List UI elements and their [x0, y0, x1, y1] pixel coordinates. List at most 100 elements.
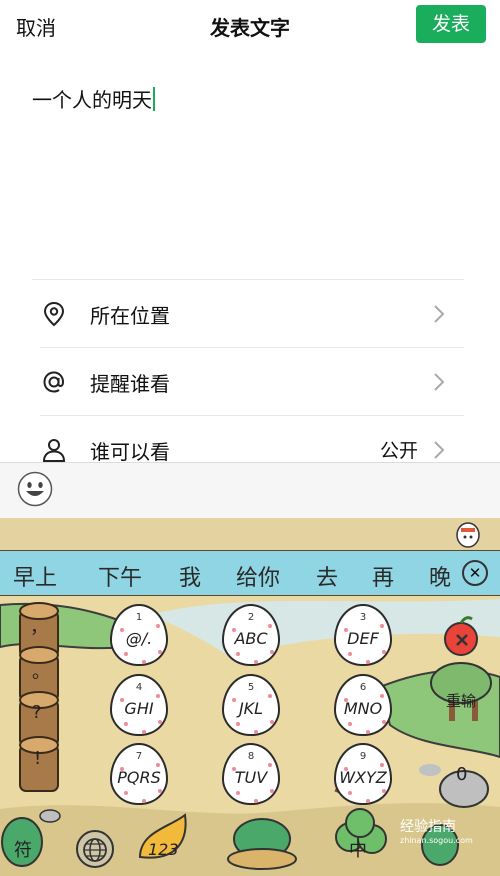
close-candidates-icon[interactable]: ✕ [462, 560, 488, 586]
egg-speckle [236, 791, 240, 795]
egg-speckle [348, 791, 352, 795]
compose-textarea[interactable]: 一个人的明天 [32, 84, 155, 113]
emoji-toolbar [0, 462, 500, 518]
egg-speckle [254, 730, 258, 734]
key-3[interactable]: 3 DEF [334, 604, 392, 666]
key-letters: PQRS [117, 768, 161, 787]
reenter-key[interactable]: 重输 [446, 690, 476, 711]
candidate-word[interactable]: 早上 [13, 560, 57, 592]
ime-keyboard: 早上 下午 我 给你 去 再 晚 ✕ ， 。 ? ! 1 @/. 2 ABC 3… [0, 518, 500, 876]
egg-speckle [158, 720, 162, 724]
comma-key[interactable]: ， [30, 613, 48, 639]
egg-speckle [382, 650, 386, 654]
remind-option[interactable]: 提醒谁看 [0, 348, 500, 416]
egg-speckle [142, 730, 146, 734]
watermark-url: zhinan.sogou.com [400, 836, 473, 845]
egg-speckle [270, 650, 274, 654]
chevron-right-icon [434, 441, 445, 459]
key-letters: MNO [343, 699, 383, 718]
egg-speckle [380, 694, 384, 698]
egg-speckle [232, 767, 236, 771]
key-4[interactable]: 4 GHI [110, 674, 168, 736]
key-9[interactable]: 9 WXYZ [334, 743, 392, 805]
language-switch-key[interactable]: 中 [349, 836, 367, 862]
symbol-key[interactable]: 符 [14, 836, 32, 862]
exclaim-key[interactable]: ! [34, 748, 41, 769]
globe-icon[interactable] [82, 837, 108, 863]
person-icon [42, 439, 66, 462]
egg-speckle [348, 722, 352, 726]
zero-key[interactable]: 0 [456, 764, 467, 785]
question-key[interactable]: ? [32, 702, 42, 723]
key-number: 6 [359, 682, 367, 693]
egg-speckle [366, 660, 370, 664]
remind-label: 提醒谁看 [90, 372, 170, 396]
period-key[interactable]: 。 [32, 658, 50, 684]
candidate-word[interactable]: 我 [179, 560, 201, 592]
key-number: 7 [135, 751, 143, 762]
egg-speckle [348, 652, 352, 656]
key-5[interactable]: 5 JKL [222, 674, 280, 736]
smiley-face-icon[interactable] [17, 471, 53, 507]
egg-speckle [120, 628, 124, 632]
key-number: 1 [135, 612, 143, 623]
candidate-word[interactable]: 下午 [98, 560, 142, 592]
space-key[interactable] [242, 818, 282, 862]
egg-speckle [380, 624, 384, 628]
key-letters: WXYZ [339, 768, 387, 787]
egg-speckle [268, 624, 272, 628]
egg-speckle [156, 763, 160, 767]
egg-speckle [120, 767, 124, 771]
egg-speckle [254, 799, 258, 803]
egg-speckle [142, 799, 146, 803]
egg-speckle [270, 720, 274, 724]
egg-speckle [236, 722, 240, 726]
location-pin-icon [43, 301, 65, 327]
watermark: 经验指南 zhinan.sogou.com [400, 816, 473, 845]
key-number: 9 [359, 751, 367, 762]
candidate-word[interactable]: 去 [316, 560, 338, 592]
at-icon [43, 371, 65, 393]
key-7[interactable]: 7 PQRS [110, 743, 168, 805]
egg-speckle [268, 694, 272, 698]
compose-text: 一个人的明天 [32, 88, 152, 112]
egg-speckle [156, 694, 160, 698]
chevron-right-icon [434, 305, 445, 323]
egg-speckle [232, 628, 236, 632]
key-number: 8 [247, 751, 255, 762]
number-switch-key[interactable]: 123 [148, 840, 179, 859]
keyboard-mascot-icon[interactable] [455, 520, 481, 548]
header-bar: 取消 发表文字 发表 [0, 0, 500, 50]
key-letters: ABC [234, 629, 268, 648]
egg-speckle [236, 652, 240, 656]
candidate-word[interactable]: 再 [372, 560, 394, 592]
egg-speckle [124, 722, 128, 726]
egg-speckle [120, 698, 124, 702]
key-letters: DEF [347, 629, 379, 648]
location-option[interactable]: 所在位置 [0, 280, 500, 348]
egg-speckle [142, 660, 146, 664]
visibility-value: 公开 [379, 440, 418, 462]
key-letters: JKL [238, 699, 264, 718]
key-2[interactable]: 2 ABC [222, 604, 280, 666]
egg-speckle [270, 789, 274, 793]
key-6[interactable]: 6 MNO [334, 674, 392, 736]
key-number: 4 [135, 682, 143, 693]
key-1[interactable]: 1 @/. [110, 604, 168, 666]
egg-speckle [268, 763, 272, 767]
egg-speckle [158, 650, 162, 654]
egg-speckle [156, 624, 160, 628]
candidate-word[interactable]: 给你 [236, 560, 280, 592]
keyboard-topbar [0, 518, 500, 550]
backspace-icon[interactable] [452, 630, 472, 650]
candidate-word[interactable]: 晚 [429, 560, 451, 592]
location-label: 所在位置 [90, 304, 170, 328]
egg-speckle [344, 698, 348, 702]
key-letters: TUV [234, 768, 268, 787]
publish-button[interactable]: 发表 [416, 5, 486, 43]
key-8[interactable]: 8 TUV [222, 743, 280, 805]
visibility-label: 谁可以看 [90, 440, 170, 464]
text-caret [153, 87, 155, 111]
candidate-bar: 早上 下午 我 给你 去 再 晚 ✕ [0, 550, 500, 596]
egg-speckle [254, 660, 258, 664]
